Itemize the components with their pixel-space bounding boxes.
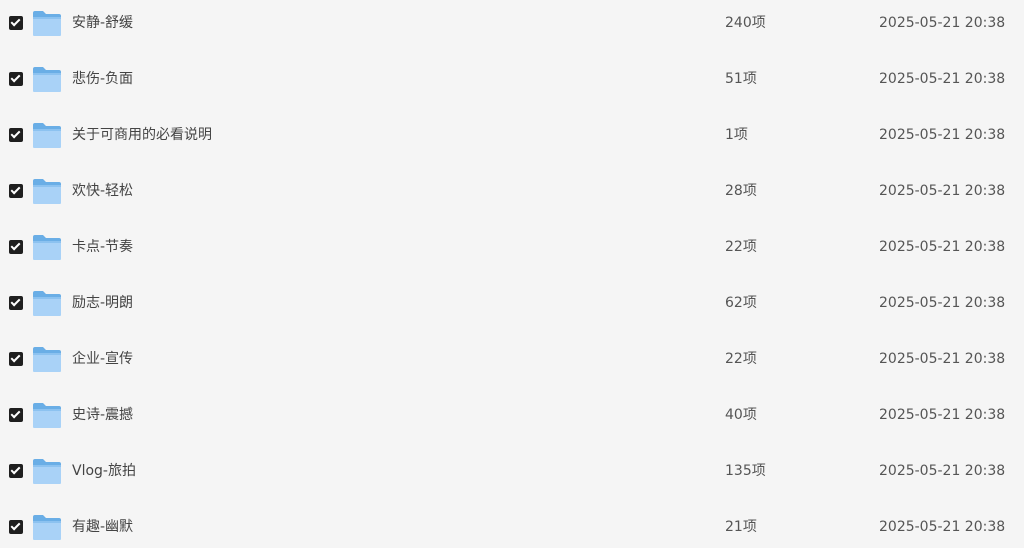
- item-count: 40项: [725, 407, 757, 423]
- folder-name[interactable]: 卡点-节奏: [72, 238, 133, 256]
- modified-date: 2025-05-21 20:38: [879, 71, 1006, 87]
- checkbox-checked-icon[interactable]: [9, 184, 23, 198]
- folder-name[interactable]: 悲伤-负面: [72, 70, 133, 88]
- modified-date: 2025-05-21 20:38: [879, 519, 1006, 535]
- item-count: 135项: [725, 463, 766, 479]
- folder-icon: [32, 10, 62, 37]
- checkbox-checked-icon[interactable]: [9, 240, 23, 254]
- checkbox-checked-icon[interactable]: [9, 408, 23, 422]
- item-count: 22项: [725, 351, 757, 367]
- folder-icon: [32, 178, 62, 205]
- file-list: 安静-舒缓 240项 2025-05-21 20:38 悲伤-负面 51项 20…: [0, 0, 1024, 548]
- item-count: 62项: [725, 295, 757, 311]
- folder-name[interactable]: 励志-明朗: [72, 294, 133, 312]
- modified-date: 2025-05-21 20:38: [879, 239, 1006, 255]
- file-row[interactable]: 史诗-震撼 40项 2025-05-21 20:38: [0, 392, 1024, 448]
- item-count: 240项: [725, 15, 766, 31]
- folder-name[interactable]: 史诗-震撼: [72, 406, 133, 424]
- folder-icon: [32, 290, 62, 317]
- modified-date: 2025-05-21 20:38: [879, 407, 1006, 423]
- modified-date: 2025-05-21 20:38: [879, 15, 1006, 31]
- modified-date: 2025-05-21 20:38: [879, 183, 1006, 199]
- checkbox-checked-icon[interactable]: [9, 72, 23, 86]
- checkbox-checked-icon[interactable]: [9, 464, 23, 478]
- folder-icon: [32, 122, 62, 149]
- item-count: 28项: [725, 183, 757, 199]
- item-count: 22项: [725, 239, 757, 255]
- folder-icon: [32, 514, 62, 541]
- checkbox-checked-icon[interactable]: [9, 296, 23, 310]
- modified-date: 2025-05-21 20:38: [879, 463, 1006, 479]
- file-row[interactable]: 企业-宣传 22项 2025-05-21 20:38: [0, 336, 1024, 392]
- folder-name[interactable]: 安静-舒缓: [72, 14, 133, 32]
- folder-name[interactable]: 关于可商用的必看说明: [72, 126, 212, 144]
- file-row[interactable]: 欢快-轻松 28项 2025-05-21 20:38: [0, 168, 1024, 224]
- checkbox-checked-icon[interactable]: [9, 128, 23, 142]
- item-count: 1项: [725, 127, 748, 143]
- file-row[interactable]: 安静-舒缓 240项 2025-05-21 20:38: [0, 0, 1024, 56]
- folder-name[interactable]: 有趣-幽默: [72, 518, 133, 536]
- folder-icon: [32, 402, 62, 429]
- item-count: 51项: [725, 71, 757, 87]
- checkbox-checked-icon[interactable]: [9, 352, 23, 366]
- item-count: 21项: [725, 519, 757, 535]
- file-row[interactable]: 悲伤-负面 51项 2025-05-21 20:38: [0, 56, 1024, 112]
- folder-icon: [32, 458, 62, 485]
- folder-icon: [32, 66, 62, 93]
- folder-name[interactable]: Vlog-旅拍: [72, 462, 136, 480]
- file-row[interactable]: 关于可商用的必看说明 1项 2025-05-21 20:38: [0, 112, 1024, 168]
- folder-icon: [32, 234, 62, 261]
- file-row[interactable]: 卡点-节奏 22项 2025-05-21 20:38: [0, 224, 1024, 280]
- modified-date: 2025-05-21 20:38: [879, 351, 1006, 367]
- checkbox-checked-icon[interactable]: [9, 16, 23, 30]
- modified-date: 2025-05-21 20:38: [879, 127, 1006, 143]
- file-row[interactable]: Vlog-旅拍 135项 2025-05-21 20:38: [0, 448, 1024, 504]
- file-row[interactable]: 有趣-幽默 21项 2025-05-21 20:38: [0, 504, 1024, 548]
- modified-date: 2025-05-21 20:38: [879, 295, 1006, 311]
- folder-name[interactable]: 欢快-轻松: [72, 182, 133, 200]
- checkbox-checked-icon[interactable]: [9, 520, 23, 534]
- file-row[interactable]: 励志-明朗 62项 2025-05-21 20:38: [0, 280, 1024, 336]
- folder-icon: [32, 346, 62, 373]
- folder-name[interactable]: 企业-宣传: [72, 350, 133, 368]
